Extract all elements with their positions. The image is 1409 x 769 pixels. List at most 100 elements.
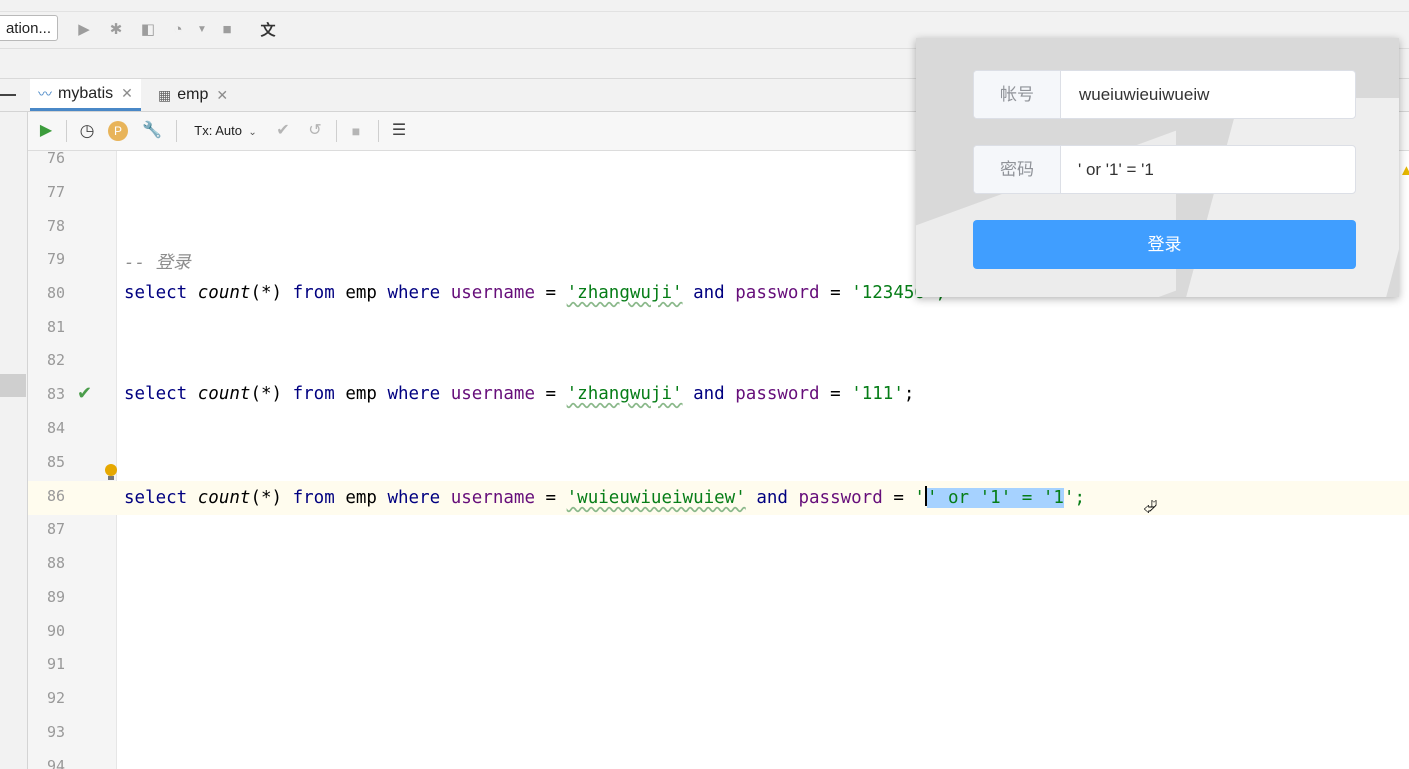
function-name: count [197,283,251,303]
code-line[interactable]: 94 [28,751,1409,769]
code-line[interactable]: 93 [28,717,1409,751]
lightbulb-icon[interactable] [105,464,117,480]
line-number: 83 [46,385,65,403]
line-number: 85 [46,453,65,471]
keyword: and [693,283,725,303]
code-line[interactable]: 85 [28,447,1409,481]
function-name: count [197,384,251,404]
code-line[interactable]: 81 [28,312,1409,346]
coverage-icon[interactable]: ◧ [137,19,159,41]
code-line[interactable]: 87 [28,514,1409,548]
execute-icon[interactable]: ▶ [36,120,56,142]
debug-icon[interactable]: ✱ [105,19,127,41]
line-number: 90 [46,622,65,640]
title-bar [0,0,1409,12]
column-name: username [450,488,535,508]
code-text: select count(*) from emp where username … [124,283,946,303]
line-number: 87 [46,520,65,538]
keyword: from [292,488,335,508]
stop-icon[interactable]: ■ [346,120,366,142]
parameters-icon[interactable]: P [108,121,128,141]
check-icon: ✔ [77,383,93,403]
run-configuration-select[interactable]: ation... [0,15,58,41]
string-literal: '111' [851,384,904,404]
line-number: 94 [46,757,65,769]
password-field[interactable]: 密码 ' or '1' = '1 [973,145,1356,194]
column-name: password [798,488,883,508]
line-number: 82 [46,351,65,369]
table-name: emp [345,488,377,508]
warning-icon[interactable]: ▲ [1399,162,1409,179]
commit-icon[interactable]: ✔ [273,120,293,142]
operator: = [830,384,841,404]
selected-text[interactable]: ' or '1' = '1 [926,488,1064,508]
tab-mybatis[interactable]: 〰 mybatis ✕ [30,79,141,111]
operator: = [545,488,557,508]
password-input[interactable]: ' or '1' = '1 [1078,146,1154,193]
mouse-cursor-icon: ⮰ [1143,497,1158,517]
column-name: password [735,384,820,404]
column-name: username [450,283,535,303]
line-number: 92 [46,689,65,707]
line-number: 86 [46,487,65,505]
tab-emp[interactable]: ▦ emp ✕ [152,79,234,111]
toolbar-separator [176,120,177,142]
line-number: 79 [46,250,65,268]
operator: = [545,283,557,303]
tx-mode-label: Tx: Auto [194,123,242,138]
code-line[interactable]: 88 [28,548,1409,582]
tab-label: emp [177,86,209,103]
login-button[interactable]: 登录 [973,220,1356,269]
keyword: where [387,488,441,508]
stop-icon[interactable]: ■ [216,19,238,41]
settings-icon[interactable]: 🔧 [141,120,163,142]
code-text: select count(*) from emp where username … [124,486,1085,508]
code-line-current[interactable]: 86 select count(*) from emp where userna… [28,481,1409,515]
string-literal: 'zhangwuji' [566,384,683,404]
keyword: from [292,384,335,404]
punct: (*) [250,488,283,508]
table-name: emp [345,283,377,303]
code-comment: -- 登录 [124,249,191,274]
comment-text: 登录 [155,253,191,273]
line-number: 81 [46,318,65,336]
operator: = [893,488,904,508]
output-icon[interactable]: ☰ [388,120,410,142]
code-line[interactable]: 84 [28,413,1409,447]
code-line[interactable]: 82 [28,345,1409,379]
close-icon[interactable]: ✕ [216,87,228,104]
rollback-icon[interactable]: ↺ [305,120,325,142]
line-number: 77 [46,183,65,201]
close-icon[interactable]: ✕ [121,85,133,102]
login-form-overlay: 帐号 wueiuwieuiwueiw 密码 ' or '1' = '1 登录 [916,38,1399,297]
line-number: 78 [46,217,65,235]
keyword: where [387,384,441,404]
translate-icon[interactable]: 文A [256,19,280,63]
toolbar-separator [336,120,337,142]
run-icon[interactable]: ▶ [73,19,95,41]
minimize-icon[interactable] [0,94,16,96]
account-field[interactable]: 帐号 wueiuwieuiwueiw [973,70,1356,119]
punct: ; [903,384,915,404]
keyword: and [693,384,725,404]
column-name: username [450,384,535,404]
code-line[interactable]: 90 [28,616,1409,650]
code-line[interactable]: 83 ✔ select count(*) from emp where user… [28,379,1409,413]
profile-icon[interactable]: ◔ [167,19,189,41]
sql-console-icon: 〰 [38,85,52,102]
password-label: 密码 [974,146,1061,193]
line-number: 93 [46,723,65,741]
function-name: count [197,488,251,508]
punct: (*) [250,283,283,303]
keyword: select [124,384,188,404]
code-line[interactable]: 89 [28,582,1409,616]
string-literal: ' [914,488,925,508]
column-name: password [735,283,820,303]
chevron-down-icon[interactable]: ▼ [191,19,213,41]
code-line[interactable]: 91 [28,649,1409,683]
code-line[interactable]: 92 [28,683,1409,717]
account-input[interactable]: wueiuwieuiwueiw [1079,71,1209,118]
keyword: where [387,283,441,303]
transaction-mode-select[interactable]: Tx: Auto ⌄ [188,120,263,142]
history-icon[interactable]: ◷ [76,120,98,142]
